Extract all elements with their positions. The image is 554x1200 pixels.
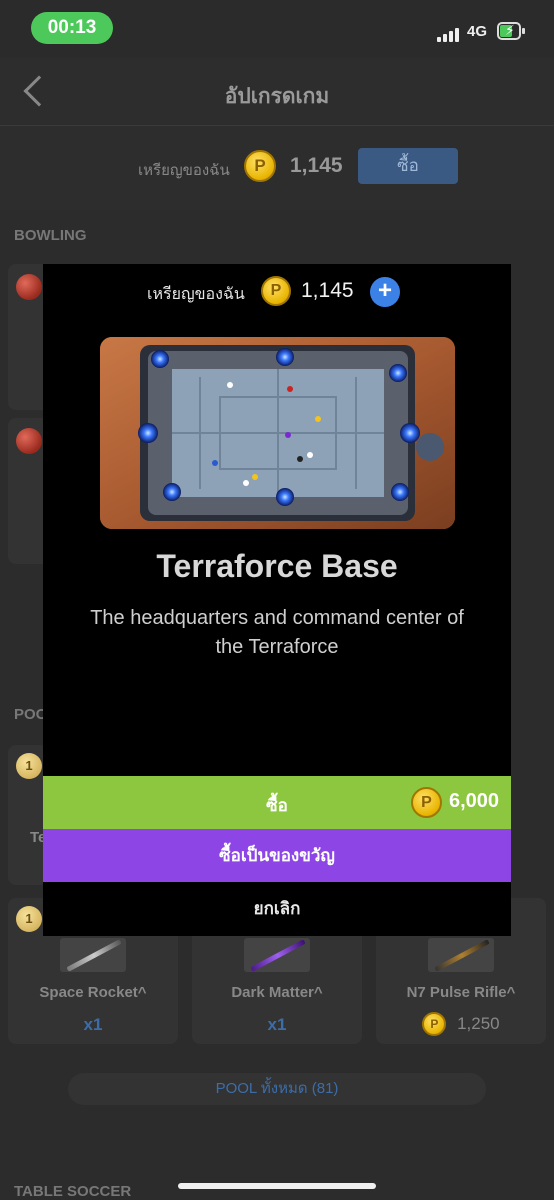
modal-coins-value: 1,145 <box>301 279 354 302</box>
purchase-modal: เหรียญของฉัน P 1,145 + Terraforce Base T… <box>43 264 511 936</box>
app-screen: 00:13 4G ⚡ อัปเกรดเกม เหรียญของฉัน P 1,1… <box>0 0 554 1200</box>
buy-price: 6,000 <box>449 790 500 812</box>
item-description: The headquarters and command center of t… <box>90 607 464 658</box>
buy-button[interactable]: ซื้อ P 6,000 <box>43 776 511 829</box>
buy-as-gift-button[interactable]: ซื้อเป็นของขวัญ <box>43 829 511 882</box>
item-title: Terraforce Base <box>156 548 398 584</box>
plus-icon[interactable]: + <box>370 277 400 307</box>
coin-icon: P <box>411 787 442 818</box>
modal-coins-label: เหรียญของฉัน <box>147 286 245 303</box>
modal-coins-row: เหรียญของฉัน P 1,145 + <box>43 276 511 308</box>
home-indicator[interactable] <box>178 1183 376 1189</box>
cancel-button[interactable]: ยกเลิก <box>43 882 511 936</box>
coin-icon: P <box>261 276 291 306</box>
table-preview-image <box>100 337 455 529</box>
